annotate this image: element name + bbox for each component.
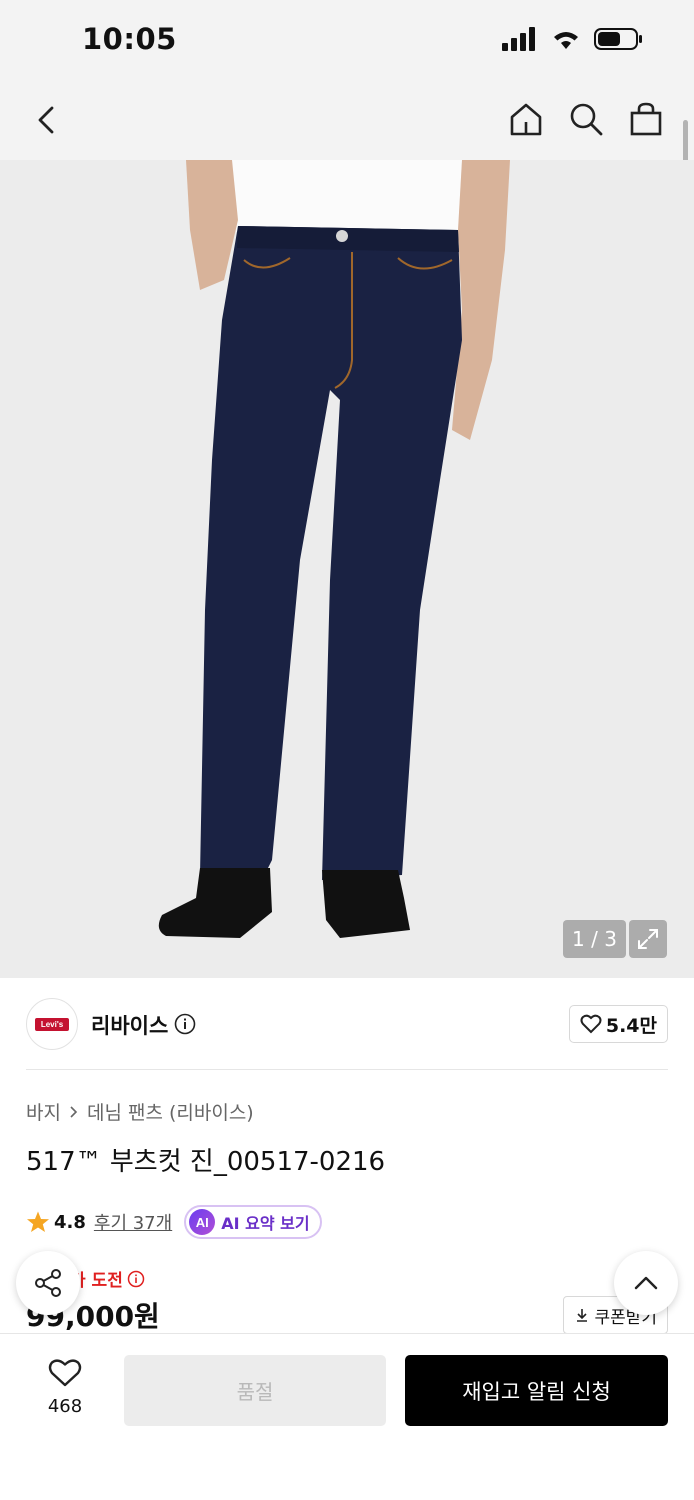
download-icon [577, 1309, 588, 1322]
breadcrumb-category[interactable]: 바지 [26, 1098, 61, 1125]
breadcrumb: 바지 데님 팬츠 (리바이스) [26, 1098, 254, 1125]
brand-logo[interactable]: Levi's [26, 998, 78, 1050]
bottom-bar: 468 품절 재입고 알림 신청 [0, 1333, 694, 1500]
home-button[interactable] [506, 98, 546, 140]
rating-score: 4.8 [54, 1211, 86, 1233]
brand-like-count: 5.4만 [605, 1014, 657, 1037]
wishlist-button[interactable]: 468 [30, 1358, 100, 1417]
status-bar: 10:05 [0, 0, 694, 80]
wish-count: 468 [47, 1396, 83, 1417]
top-nav [0, 80, 694, 160]
product-title: 517™ 부츠컷 진_00517-0216 [26, 1147, 386, 1177]
price-hint: 가 도전 [70, 1266, 145, 1291]
breadcrumb-subcategory[interactable]: 데님 팬츠 (리바이스) [87, 1098, 254, 1125]
ai-summary-label: AI 요약 보기 [221, 1214, 310, 1233]
heart-icon [580, 1014, 602, 1034]
brand-row: Levi's 리바이스 5.4만 [26, 978, 668, 1070]
status-time: 10:05 [82, 22, 177, 56]
jeans-photo [0, 160, 694, 978]
brand-name[interactable]: 리바이스 [91, 1010, 168, 1040]
home-icon [510, 103, 542, 136]
product-image[interactable] [0, 160, 694, 978]
chevron-up-icon [634, 1276, 658, 1290]
brand-info-button[interactable] [174, 1013, 196, 1039]
scroll-top-button[interactable] [614, 1251, 678, 1315]
share-icon [35, 1269, 61, 1297]
rating-row: 4.8 후기 37개 AI AI 요약 보기 [26, 1205, 322, 1239]
search-icon [570, 103, 603, 136]
expand-button[interactable] [629, 920, 667, 958]
chevron-right-icon [70, 1105, 78, 1118]
star-icon [27, 1211, 49, 1232]
share-button[interactable] [16, 1251, 80, 1315]
back-button[interactable] [26, 100, 66, 140]
back-icon [38, 106, 54, 134]
wifi-icon [554, 32, 578, 49]
expand-icon [638, 929, 658, 949]
info-icon[interactable] [127, 1270, 145, 1288]
ai-badge: AI [189, 1209, 216, 1235]
ai-summary-button[interactable]: AI AI 요약 보기 [184, 1205, 322, 1239]
soldout-button[interactable]: 품절 [124, 1355, 386, 1426]
brand-like-button[interactable]: 5.4만 [568, 1005, 668, 1043]
review-link[interactable]: 후기 37개 [94, 1209, 172, 1235]
shopping-bag-icon [630, 102, 662, 136]
signal-icon [502, 27, 535, 51]
restock-alert-button[interactable]: 재입고 알림 신청 [405, 1355, 668, 1426]
cart-button[interactable] [626, 98, 666, 140]
battery-icon [594, 28, 642, 50]
info-icon [174, 1013, 196, 1035]
levis-logo: Levi's [35, 1017, 69, 1031]
search-button[interactable] [566, 98, 606, 140]
status-icons [502, 27, 644, 51]
heart-icon [48, 1359, 82, 1387]
image-counter: 1 / 3 [563, 920, 626, 958]
